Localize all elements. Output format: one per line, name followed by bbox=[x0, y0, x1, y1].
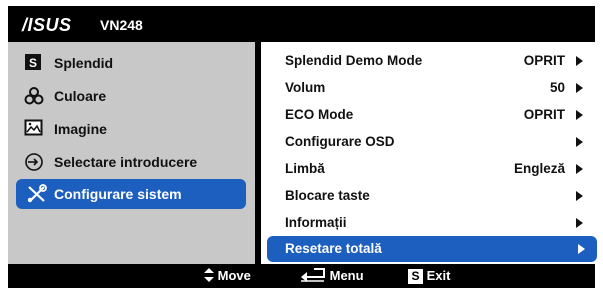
submenu: Splendid Demo Mode OPRIT Volum 50 ECO Mo… bbox=[261, 42, 597, 264]
tools-icon bbox=[26, 184, 48, 204]
arrow-right-icon bbox=[576, 164, 583, 174]
arrow-right-icon bbox=[578, 244, 585, 254]
menu-item-label: Splendid bbox=[54, 55, 114, 71]
submenu-item-informatii[interactable]: Informații bbox=[267, 210, 595, 236]
move-hint: Move bbox=[204, 268, 251, 283]
model-name: VN248 bbox=[100, 17, 143, 33]
color-icon bbox=[24, 86, 46, 106]
menu-item-configurare-sistem[interactable]: Configurare sistem bbox=[16, 179, 246, 209]
menu-item-imagine[interactable]: Imagine bbox=[8, 114, 255, 144]
menu-item-culoare[interactable]: Culoare bbox=[8, 81, 255, 111]
arrow-right-icon bbox=[576, 83, 583, 93]
submenu-item-label: Resetare totală bbox=[285, 241, 382, 256]
submenu-item-value: 50 bbox=[549, 80, 565, 95]
menu-hint: Menu bbox=[300, 268, 364, 283]
submenu-item-value: OPRIT bbox=[523, 107, 565, 122]
menu-item-label: Configurare sistem bbox=[54, 186, 182, 202]
exit-hint: S Exit bbox=[408, 268, 450, 284]
submenu-item-label: Limbă bbox=[285, 161, 325, 176]
move-label: Move bbox=[217, 268, 251, 283]
submenu-item-label: ECO Mode bbox=[285, 107, 354, 122]
arrow-right-icon bbox=[576, 137, 583, 147]
submenu-item-configurare-osd[interactable]: Configurare OSD bbox=[267, 129, 595, 155]
menu-item-selectare-introducere[interactable]: Selectare introducere bbox=[8, 147, 255, 177]
submenu-item-label: Splendid Demo Mode bbox=[285, 53, 423, 68]
hint-bar: Move Menu S Exit bbox=[8, 264, 595, 288]
s-button-icon: S bbox=[408, 269, 423, 284]
splendid-s-icon: S bbox=[24, 53, 46, 73]
menu-item-splendid[interactable]: S Splendid bbox=[8, 48, 255, 78]
title-bar: /ISUS VN248 bbox=[8, 6, 595, 42]
submenu-item-eco-mode[interactable]: ECO Mode OPRIT bbox=[267, 102, 595, 128]
menu-item-label: Imagine bbox=[54, 121, 107, 137]
menu-item-label: Selectare introducere bbox=[54, 154, 198, 170]
osd-frame: /ISUS VN248 S Splendid Culoare Imagine S… bbox=[8, 6, 597, 288]
submenu-item-label: Volum bbox=[285, 80, 326, 95]
arrow-right-icon bbox=[576, 191, 583, 201]
arrow-right-icon bbox=[576, 218, 583, 228]
arrow-right-icon bbox=[576, 56, 583, 66]
submenu-item-limba[interactable]: Limbă Engleză bbox=[267, 156, 595, 182]
menu-item-label: Culoare bbox=[54, 88, 107, 104]
menu-label: Menu bbox=[329, 268, 364, 283]
submenu-item-splendid-demo-mode[interactable]: Splendid Demo Mode OPRIT bbox=[267, 48, 595, 74]
submenu-item-blocare-taste[interactable]: Blocare taste bbox=[267, 183, 595, 209]
submenu-item-resetare-totala[interactable]: Resetare totală bbox=[267, 236, 597, 262]
main-menu: S Splendid Culoare Imagine Selectare int… bbox=[8, 42, 255, 264]
submenu-item-value: OPRIT bbox=[523, 53, 565, 68]
submenu-item-label: Blocare taste bbox=[285, 188, 370, 203]
exit-label: Exit bbox=[426, 268, 451, 283]
submenu-item-label: Informații bbox=[285, 215, 347, 230]
arrow-right-icon bbox=[576, 110, 583, 120]
enter-icon bbox=[301, 268, 325, 282]
svg-text:S: S bbox=[29, 56, 37, 70]
up-down-arrow-icon bbox=[204, 268, 214, 282]
submenu-item-value: Engleză bbox=[513, 161, 565, 176]
submenu-item-volum[interactable]: Volum 50 bbox=[267, 75, 595, 101]
image-icon bbox=[24, 119, 46, 139]
asus-logo: /ISUS bbox=[22, 15, 72, 35]
submenu-item-label: Configurare OSD bbox=[285, 134, 395, 149]
input-select-icon bbox=[24, 152, 46, 172]
